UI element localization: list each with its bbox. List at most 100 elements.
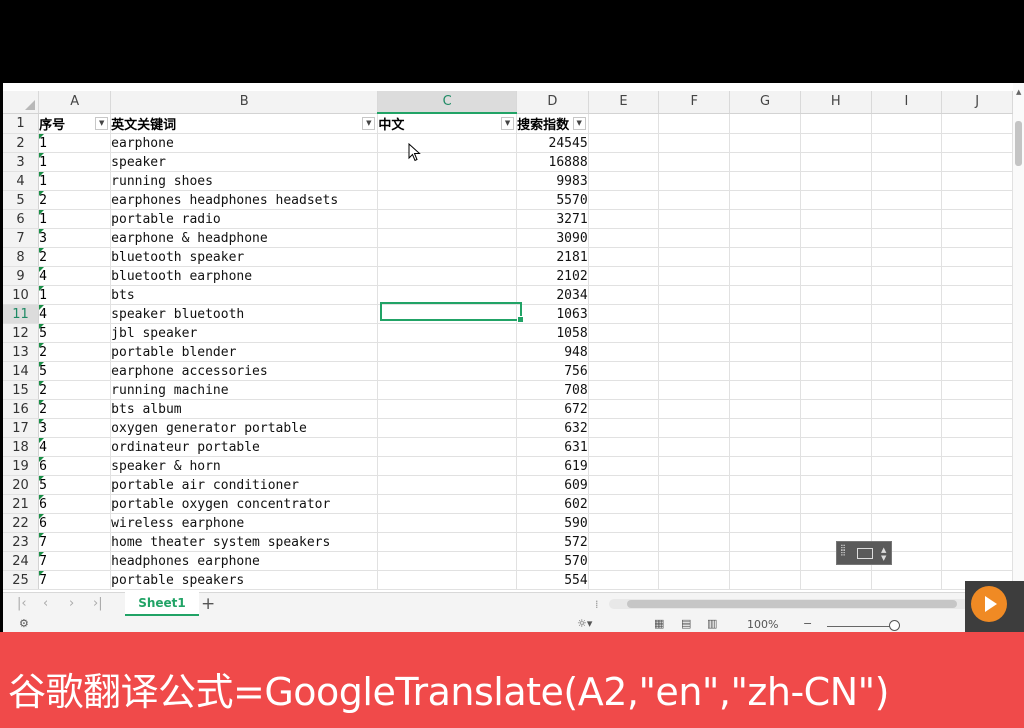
translation-cell[interactable] xyxy=(377,475,518,495)
grid-cell[interactable] xyxy=(871,418,943,438)
grid-cell[interactable] xyxy=(588,361,660,381)
grid-cell[interactable] xyxy=(941,342,1013,362)
filter-dropdown-icon[interactable]: ▼ xyxy=(95,116,109,130)
search-index-cell[interactable]: 2181 xyxy=(516,247,589,267)
grid-cell[interactable] xyxy=(588,247,660,267)
grid-cell[interactable] xyxy=(658,247,731,267)
grid-cell[interactable] xyxy=(588,342,660,362)
grid-cell[interactable] xyxy=(588,380,660,400)
grid-cell[interactable] xyxy=(800,513,872,533)
zoom-level[interactable]: 100% xyxy=(747,618,778,631)
grid-cell[interactable] xyxy=(941,437,1013,457)
translation-cell[interactable] xyxy=(377,437,518,457)
translation-cell[interactable] xyxy=(377,190,518,210)
keyword-cell[interactable]: speaker bluetooth xyxy=(110,304,379,324)
translation-cell[interactable] xyxy=(377,133,518,153)
grid-cell[interactable] xyxy=(941,133,1013,153)
row-header[interactable]: 12 xyxy=(3,323,40,343)
row-header[interactable]: 7 xyxy=(3,228,40,248)
grid-cell[interactable] xyxy=(871,323,943,343)
keyword-cell[interactable]: speaker & horn xyxy=(110,456,379,476)
index-cell[interactable]: 4 xyxy=(38,437,112,457)
translation-cell[interactable] xyxy=(377,266,518,286)
grid-cell[interactable] xyxy=(800,266,872,286)
grid-cell[interactable] xyxy=(729,399,801,419)
spreadsheet-grid[interactable]: A B C D E F G H I J 1 序号 ▼ 英文关键词 ▼ 中文 ▼ 搜索指… xyxy=(3,91,1013,592)
grid-cell[interactable] xyxy=(871,456,943,476)
grid-cell[interactable] xyxy=(658,190,731,210)
translation-cell[interactable] xyxy=(377,513,518,533)
row-header[interactable]: 10 xyxy=(3,285,40,305)
keyword-cell[interactable]: portable oxygen concentrator xyxy=(110,494,379,514)
row-header[interactable]: 24 xyxy=(3,551,40,571)
grid-cell[interactable] xyxy=(941,152,1013,172)
grid-cell[interactable] xyxy=(729,437,801,457)
grid-cell[interactable] xyxy=(658,475,731,495)
grid-cell[interactable] xyxy=(941,247,1013,267)
header-cell-search-index[interactable]: 搜索指数 ▼ xyxy=(516,113,589,134)
translation-cell[interactable] xyxy=(377,361,518,381)
translation-cell[interactable] xyxy=(377,171,518,191)
grid-cell[interactable] xyxy=(871,266,943,286)
grid-cell[interactable] xyxy=(941,475,1013,495)
grid-cell[interactable] xyxy=(658,171,731,191)
grid-cell[interactable] xyxy=(658,513,731,533)
grid-cell[interactable] xyxy=(871,285,943,305)
grid-cell[interactable] xyxy=(800,171,872,191)
index-cell[interactable]: 2 xyxy=(38,190,112,210)
grid-cell[interactable] xyxy=(871,475,943,495)
grid-cell[interactable] xyxy=(871,133,943,153)
grid-cell[interactable] xyxy=(941,266,1013,286)
index-cell[interactable]: 1 xyxy=(38,171,112,191)
grid-cell[interactable] xyxy=(941,209,1013,229)
translation-cell[interactable] xyxy=(377,380,518,400)
keyword-cell[interactable]: earphone accessories xyxy=(110,361,379,381)
grid-cell[interactable] xyxy=(588,570,660,590)
grid-cell[interactable] xyxy=(871,228,943,248)
index-cell[interactable]: 2 xyxy=(38,380,112,400)
index-cell[interactable]: 2 xyxy=(38,247,112,267)
row-header[interactable]: 18 xyxy=(3,437,40,457)
column-header-a[interactable]: A xyxy=(38,91,112,114)
index-cell[interactable]: 7 xyxy=(38,532,112,552)
row-header[interactable]: 20 xyxy=(3,475,40,495)
index-cell[interactable]: 6 xyxy=(38,456,112,476)
search-index-cell[interactable]: 2034 xyxy=(516,285,589,305)
grid-cell[interactable] xyxy=(800,494,872,514)
search-index-cell[interactable]: 619 xyxy=(516,456,589,476)
grid-cell[interactable] xyxy=(800,113,872,134)
grid-cell[interactable] xyxy=(588,190,660,210)
zoom-slider-knob[interactable] xyxy=(889,620,900,631)
grid-cell[interactable] xyxy=(800,228,872,248)
grid-cell[interactable] xyxy=(588,551,660,571)
grid-cell[interactable] xyxy=(871,570,943,590)
index-cell[interactable]: 5 xyxy=(38,361,112,381)
search-index-cell[interactable]: 602 xyxy=(516,494,589,514)
search-index-cell[interactable]: 554 xyxy=(516,570,589,590)
grid-cell[interactable] xyxy=(658,323,731,343)
grid-cell[interactable] xyxy=(658,285,731,305)
row-header[interactable]: 4 xyxy=(3,171,40,191)
keyboard-toolbar-widget[interactable]: ⠿ ⠿ ▲ ▼ xyxy=(836,541,892,565)
search-index-cell[interactable]: 572 xyxy=(516,532,589,552)
column-header-f[interactable]: F xyxy=(658,91,731,114)
row-header[interactable]: 22 xyxy=(3,513,40,533)
index-cell[interactable]: 1 xyxy=(38,152,112,172)
grid-cell[interactable] xyxy=(800,323,872,343)
index-cell[interactable]: 1 xyxy=(38,133,112,153)
index-cell[interactable]: 4 xyxy=(38,266,112,286)
search-index-cell[interactable]: 24545 xyxy=(516,133,589,153)
keyword-cell[interactable]: ordinateur portable xyxy=(110,437,379,457)
grid-cell[interactable] xyxy=(658,532,731,552)
search-index-cell[interactable]: 9983 xyxy=(516,171,589,191)
grid-cell[interactable] xyxy=(588,418,660,438)
grid-cell[interactable] xyxy=(800,285,872,305)
header-cell-index[interactable]: 序号 ▼ xyxy=(38,113,112,134)
grid-cell[interactable] xyxy=(941,456,1013,476)
grid-cell[interactable] xyxy=(871,399,943,419)
keyword-cell[interactable]: earphones headphones headsets xyxy=(110,190,379,210)
sheet-tab-sheet1[interactable]: Sheet1 xyxy=(125,592,199,616)
grid-cell[interactable] xyxy=(871,247,943,267)
grid-cell[interactable] xyxy=(729,418,801,438)
grid-cell[interactable] xyxy=(658,570,731,590)
